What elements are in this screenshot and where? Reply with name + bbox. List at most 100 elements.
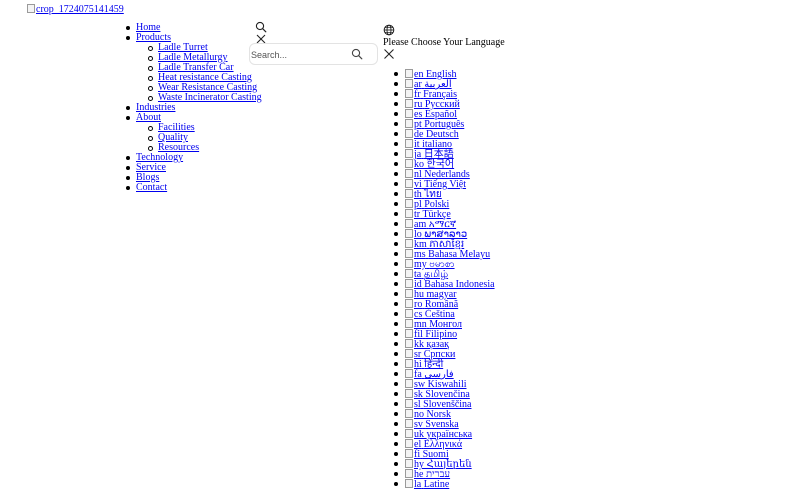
language-item: km ភាសាខ្មែរ <box>394 239 495 250</box>
language-name: Latine <box>423 479 450 490</box>
language-item: el Ελληνικά <box>394 439 495 450</box>
flag-alt-text: la <box>414 479 422 490</box>
search-icon[interactable] <box>255 21 267 33</box>
broken-image-icon <box>405 239 413 248</box>
search-icon[interactable] <box>351 48 363 60</box>
language-item: sw Kiswahili <box>394 379 495 390</box>
broken-image-icon <box>405 329 413 338</box>
broken-image-icon <box>405 199 413 208</box>
broken-image-icon <box>405 289 413 298</box>
language-item: hy Հայերեն <box>394 459 495 470</box>
search-input[interactable] <box>251 48 347 62</box>
main-nav: Home Products Ladle Turret Ladle Metallu… <box>126 23 262 193</box>
broken-image-icon <box>405 469 413 478</box>
language-item: cs Čeština <box>394 309 495 320</box>
language-item: sk Slovenčina <box>394 389 495 400</box>
language-item: pt Português <box>394 119 495 130</box>
broken-image-icon <box>405 269 413 278</box>
language-item: sr Српски <box>394 349 495 360</box>
language-item: mn Монгол <box>394 319 495 330</box>
language-item: th ไทย <box>394 189 495 200</box>
language-item: it italiano <box>394 139 495 150</box>
search-form <box>249 43 378 65</box>
broken-image-icon <box>405 429 413 438</box>
broken-image-icon <box>405 319 413 328</box>
nav-item-contact: Contact <box>126 182 262 193</box>
products-submenu: Ladle Turret Ladle Metallurgy Ladle Tran… <box>136 43 262 103</box>
language-item: no Norsk <box>394 409 495 420</box>
about-submenu: Facilities Quality Resources <box>136 123 262 153</box>
broken-image-icon <box>405 309 413 318</box>
language-item: sv Svenska <box>394 419 495 430</box>
language-item: sl Slovenščina <box>394 399 495 410</box>
language-list: en English ar العربية fr Français ru Русски… <box>394 69 495 490</box>
language-item: hi हिन्दी <box>394 359 495 370</box>
broken-image-icon <box>405 379 413 388</box>
language-item: ms Bahasa Melayu <box>394 249 495 260</box>
broken-image-icon <box>405 169 413 178</box>
broken-image-icon <box>405 119 413 128</box>
broken-image-icon <box>405 259 413 268</box>
broken-image-icon <box>405 109 413 118</box>
broken-image-icon <box>405 139 413 148</box>
language-item: nl Nederlands <box>394 169 495 180</box>
language-item: hu magyar <box>394 289 495 300</box>
broken-image-icon <box>405 159 413 168</box>
language-item: my ဗမာစာ <box>394 259 495 270</box>
broken-image-icon <box>405 359 413 368</box>
language-item: he עברית <box>394 469 495 480</box>
broken-image-icon <box>405 229 413 238</box>
close-icon[interactable] <box>383 48 395 60</box>
language-item: uk українська <box>394 429 495 440</box>
broken-image-icon <box>405 79 413 88</box>
broken-image-icon <box>405 389 413 398</box>
language-item: ro Română <box>394 299 495 310</box>
nav-item-about: About Facilities Quality Resources <box>126 113 262 153</box>
broken-image-icon <box>405 99 413 108</box>
language-item: la Latine <box>394 479 495 490</box>
broken-image-icon <box>405 299 413 308</box>
broken-image-icon <box>405 209 413 218</box>
language-item: lo ພາສາລາວ <box>394 229 495 240</box>
language-item: am አማርኛ <box>394 219 495 230</box>
language-item: ja 日本語 <box>394 149 495 160</box>
broken-image-icon <box>405 339 413 348</box>
language-item: fr Français <box>394 89 495 100</box>
logo-link[interactable]: crop_1724075141459 <box>27 4 124 15</box>
language-item: de Deutsch <box>394 129 495 140</box>
globe-icon[interactable] <box>383 24 395 36</box>
language-item: fil Filipino <box>394 329 495 340</box>
broken-image-icon <box>405 449 413 458</box>
broken-image-icon <box>405 479 413 488</box>
language-link-la[interactable]: la Latine <box>405 479 449 490</box>
broken-image-icon <box>405 399 413 408</box>
broken-image-icon <box>405 69 413 78</box>
broken-image-icon <box>405 349 413 358</box>
broken-image-icon <box>405 369 413 378</box>
broken-image-icon <box>405 89 413 98</box>
language-item: tr Türkçe <box>394 209 495 220</box>
language-item: es Español <box>394 109 495 120</box>
language-item: ta தமிழ் <box>394 269 495 280</box>
broken-image-icon <box>405 249 413 258</box>
language-item: vi Tiếng Việt <box>394 179 495 190</box>
language-item: kk қазақ <box>394 339 495 350</box>
language-item: fi Suomi <box>394 449 495 460</box>
broken-image-icon <box>405 129 413 138</box>
broken-image-icon <box>405 189 413 198</box>
language-item: ru Русский <box>394 99 495 110</box>
broken-image-icon <box>405 219 413 228</box>
broken-image-icon <box>405 459 413 468</box>
broken-image-icon <box>405 419 413 428</box>
broken-image-icon <box>405 149 413 158</box>
nav-link-contact[interactable]: Contact <box>136 182 167 193</box>
language-dialog-title: Please Choose Your Language <box>383 37 505 48</box>
language-item: fa فارسی <box>394 369 495 380</box>
broken-image-icon <box>405 279 413 288</box>
language-item: en English <box>394 69 495 80</box>
broken-image-icon <box>27 4 35 13</box>
logo-alt-text: crop_1724075141459 <box>36 4 124 15</box>
broken-image-icon <box>405 179 413 188</box>
language-item: ko 한국어 <box>394 159 495 170</box>
nav-item-products: Products Ladle Turret Ladle Metallurgy L… <box>126 33 262 103</box>
